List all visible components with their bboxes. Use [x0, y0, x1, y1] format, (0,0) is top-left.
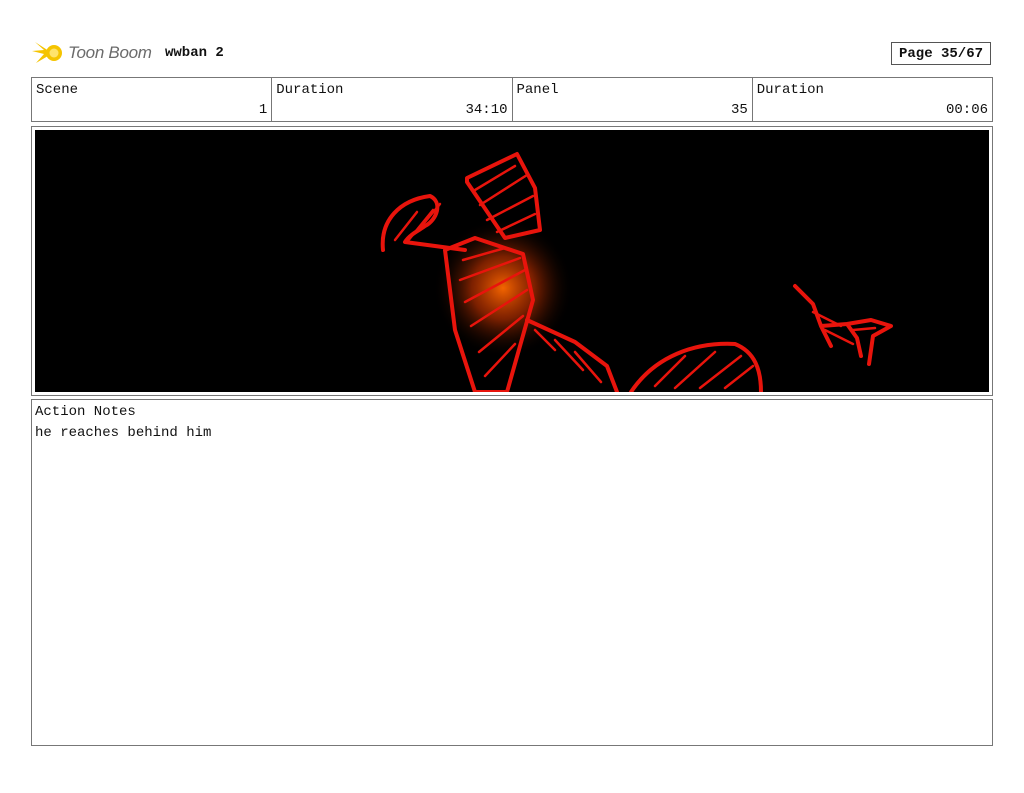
orange-glow [433, 218, 573, 358]
action-notes-text: he reaches behind him [35, 425, 212, 441]
panel-value: 35 [730, 102, 748, 118]
action-notes-label: Action Notes [35, 404, 136, 420]
scene-cell: Scene 1 [32, 78, 273, 121]
logo-text: Toon Boom [68, 43, 152, 62]
panel-cell: Panel 35 [513, 78, 753, 121]
scene-duration-value: 34:10 [465, 102, 508, 118]
scene-value: 1 [258, 102, 268, 118]
scene-duration-label: Duration [276, 82, 344, 98]
panel-duration-cell: Duration 00:06 [753, 78, 992, 121]
toon-boom-logo: Toon Boom [32, 38, 152, 68]
storyboard-panel-image [35, 130, 989, 392]
panel-duration-value: 00:06 [945, 102, 988, 118]
panel-duration-label: Duration [756, 82, 824, 98]
toon-boom-star-icon [32, 42, 62, 63]
panel-label: Panel [516, 82, 559, 98]
storyboard-panel-frame [31, 126, 993, 396]
scene-label: Scene [36, 82, 79, 98]
scene-duration-cell: Duration 34:10 [272, 78, 513, 121]
action-notes-box: Action Notes he reaches behind him [31, 399, 993, 746]
sketch-drawing [35, 130, 989, 392]
panel-info-row: Scene 1 Duration 34:10 Panel 35 Duration… [31, 77, 993, 122]
page-indicator: Page 35/67 [891, 42, 991, 65]
project-title: wwban 2 [165, 45, 224, 61]
